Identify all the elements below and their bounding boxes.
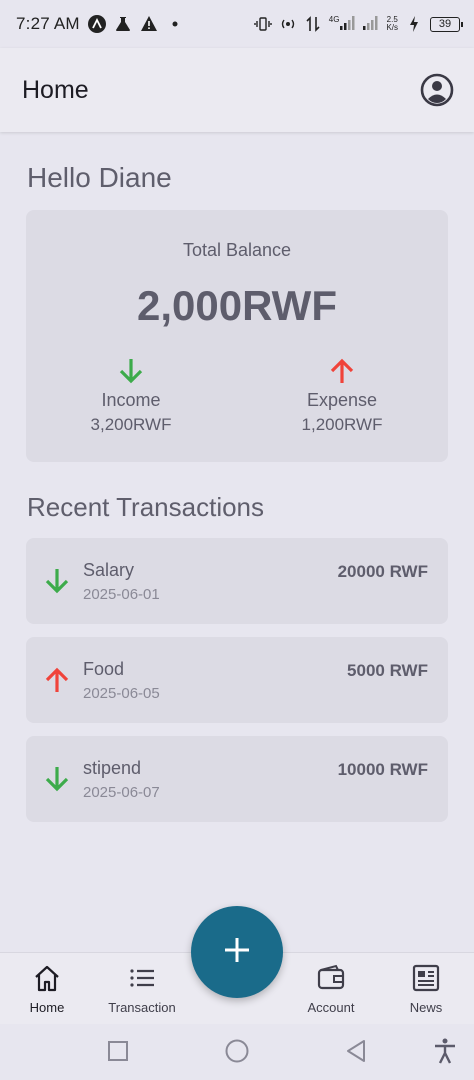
transaction-list: Salary 2025-06-01 20000 RWF Food 2025-06… <box>26 538 448 835</box>
speed-unit: K/s <box>386 23 398 32</box>
arrow-up-icon <box>44 665 70 695</box>
triangle-back-icon[interactable] <box>341 1036 371 1066</box>
signal-icon <box>340 15 356 33</box>
add-transaction-button[interactable] <box>191 906 283 998</box>
page-title: Home <box>22 75 89 104</box>
status-bar-left: 7:27 AM <box>16 14 184 34</box>
arrow-down-icon <box>44 764 70 794</box>
expense-label: Expense <box>306 390 378 410</box>
transaction-date: 2025-06-01 <box>83 586 160 603</box>
account-circle-icon[interactable] <box>420 73 454 107</box>
arrow-down-icon <box>44 566 70 596</box>
app-bar: Home <box>0 48 474 132</box>
transaction-date: 2025-06-07 <box>83 784 160 801</box>
battery-level: 39 <box>438 17 452 30</box>
vibrate-icon <box>254 15 272 33</box>
nav-label-news: News <box>409 1000 443 1015</box>
income-summary: Income 3,200RWF <box>51 356 211 435</box>
greeting-text: Hello Diane <box>27 162 172 193</box>
recent-transactions-title: Recent Transactions <box>27 492 265 522</box>
balance-card: Total Balance 2,000RWF Income 3,200RWF E… <box>26 210 448 462</box>
square-recents-icon[interactable] <box>103 1036 133 1066</box>
transaction-amount: 20000 RWF <box>337 562 428 581</box>
accessibility-icon[interactable] <box>430 1036 460 1066</box>
plus-icon <box>222 935 252 970</box>
battery-icon: 39 <box>430 16 463 32</box>
hotspot-icon <box>279 15 297 33</box>
transaction-title: Food <box>83 659 125 679</box>
transaction-item[interactable]: stipend 2025-06-07 10000 RWF <box>26 736 448 822</box>
list-icon <box>97 963 187 993</box>
nav-label-account: Account <box>307 1000 355 1015</box>
newspaper-icon <box>381 963 471 993</box>
charging-icon <box>405 15 423 33</box>
transaction-amount: 10000 RWF <box>337 760 428 779</box>
arrow-down-icon <box>51 356 211 386</box>
network-type: 4G <box>328 14 340 24</box>
transaction-title: stipend <box>83 758 142 778</box>
home-icon <box>2 963 92 993</box>
status-time: 7:27 AM <box>16 14 80 33</box>
total-balance-value: 2,000RWF <box>137 282 337 329</box>
nav-item-transaction[interactable]: Transaction <box>97 963 187 1015</box>
a-logo-icon <box>87 15 106 33</box>
transaction-date: 2025-06-05 <box>83 685 160 702</box>
speed-indicator: 2.5 K/s <box>386 16 398 32</box>
transaction-title: Salary <box>83 560 135 580</box>
nav-label-transaction: Transaction <box>108 1000 176 1015</box>
transaction-item[interactable]: Food 2025-06-05 5000 RWF <box>26 637 448 723</box>
dot-icon <box>166 15 184 33</box>
warning-icon <box>140 15 158 33</box>
status-bar: 7:27 AM 4G 2.5 K/s 39 <box>0 0 474 48</box>
expense-summary: Expense 1,200RWF <box>262 356 422 435</box>
wallet-icon <box>286 963 376 993</box>
income-value: 3,200RWF <box>90 415 172 434</box>
circle-home-icon[interactable] <box>222 1036 252 1066</box>
expense-value: 1,200RWF <box>301 415 383 434</box>
system-navigation-bar <box>0 1024 474 1080</box>
arrow-up-icon <box>262 356 422 386</box>
signal-icon <box>363 15 379 33</box>
data-arrows-icon <box>304 15 322 33</box>
flask-icon <box>114 15 132 33</box>
nav-label-home: Home <box>29 1000 65 1015</box>
nav-item-news[interactable]: News <box>381 963 471 1015</box>
status-bar-right: 4G 2.5 K/s 39 <box>254 14 463 33</box>
income-label: Income <box>101 390 161 410</box>
transaction-amount: 5000 RWF <box>347 661 428 680</box>
nav-item-home[interactable]: Home <box>2 963 92 1015</box>
transaction-item[interactable]: Salary 2025-06-01 20000 RWF <box>26 538 448 624</box>
total-balance-label: Total Balance <box>182 240 292 260</box>
nav-item-account[interactable]: Account <box>286 963 376 1015</box>
network-signal: 4G <box>328 14 357 33</box>
